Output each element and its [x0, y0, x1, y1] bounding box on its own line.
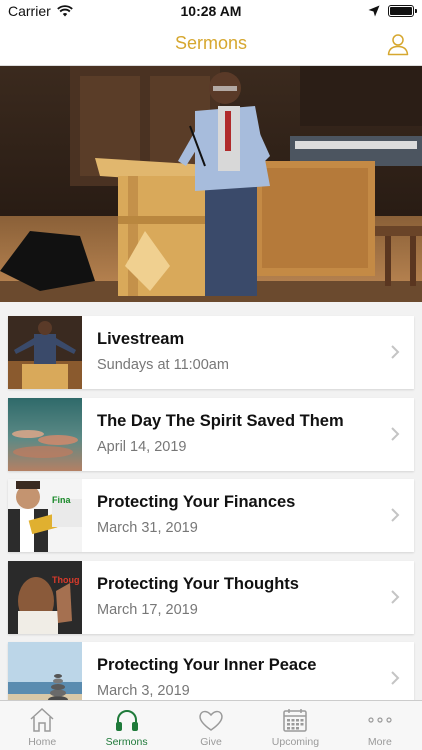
sermon-title: Protecting Your Inner Peace — [97, 656, 317, 674]
battery-icon — [388, 5, 417, 17]
tab-sermons[interactable]: Sermons — [84, 701, 168, 750]
sermon-title: Livestream — [97, 330, 185, 348]
tab-more[interactable]: More — [338, 701, 422, 750]
heart-icon — [199, 710, 223, 731]
tab-home[interactable]: Home — [0, 701, 84, 750]
headphones-icon — [115, 710, 138, 731]
hero-image — [0, 66, 422, 302]
more-icon — [368, 717, 392, 723]
tab-label: More — [367, 736, 392, 748]
wifi-icon — [56, 5, 73, 17]
navigation-bar: Sermons — [0, 22, 422, 66]
status-bar: Carrier 10:28 AM — [0, 0, 422, 22]
chevron-right-icon — [391, 426, 400, 441]
list-item[interactable]: The Day The Spirit Saved Them April 14, … — [8, 397, 414, 471]
thumbnail-text: Thoug — [52, 575, 80, 585]
sermon-date: March 17, 2019 — [97, 601, 198, 618]
tab-label: Home — [28, 736, 57, 748]
location-arrow-icon — [368, 5, 380, 17]
tab-label: Sermons — [105, 736, 148, 748]
list-item[interactable]: Livestream Sundays at 11:00am — [8, 316, 414, 389]
sermon-title: Protecting Your Finances — [97, 493, 296, 511]
profile-icon[interactable] — [386, 32, 410, 56]
sermon-date: April 14, 2019 — [97, 438, 187, 455]
tab-upcoming[interactable]: Upcoming — [253, 701, 337, 750]
sermon-title: Protecting Your Thoughts — [97, 574, 299, 593]
sermon-date: March 31, 2019 — [97, 520, 198, 536]
chevron-right-icon — [391, 508, 400, 522]
thoughts-thumbnail: Thoug — [8, 560, 82, 634]
list-item[interactable]: Thoug Protecting Your Thoughts March 17,… — [8, 560, 414, 634]
chevron-right-icon — [391, 671, 400, 685]
livestream-thumbnail — [8, 316, 82, 389]
tab-label: Give — [200, 736, 222, 748]
tab-bar: Home Sermons Give Upcoming More — [0, 700, 422, 750]
list-item[interactable]: Fina Protecting Your Finances March 31, … — [8, 479, 414, 552]
sermon-title: The Day The Spirit Saved Them — [97, 411, 344, 430]
chevron-right-icon — [391, 345, 400, 359]
sky-thumbnail — [8, 397, 82, 471]
carrier-label: Carrier — [8, 3, 51, 19]
sermon-date: Sundays at 11:00am — [97, 357, 229, 373]
thumbnail-text: Fina — [52, 495, 71, 505]
tab-give[interactable]: Give — [169, 701, 253, 750]
chevron-right-icon — [391, 589, 400, 604]
tab-label: Upcoming — [271, 736, 320, 748]
finances-thumbnail: Fina — [8, 479, 82, 552]
page-title: Sermons — [174, 33, 248, 53]
calendar-icon — [283, 709, 308, 732]
sermon-date: March 3, 2019 — [97, 683, 190, 699]
sermon-list: Livestream Sundays at 11:00am The Day Th… — [8, 316, 414, 724]
home-icon — [30, 707, 54, 732]
